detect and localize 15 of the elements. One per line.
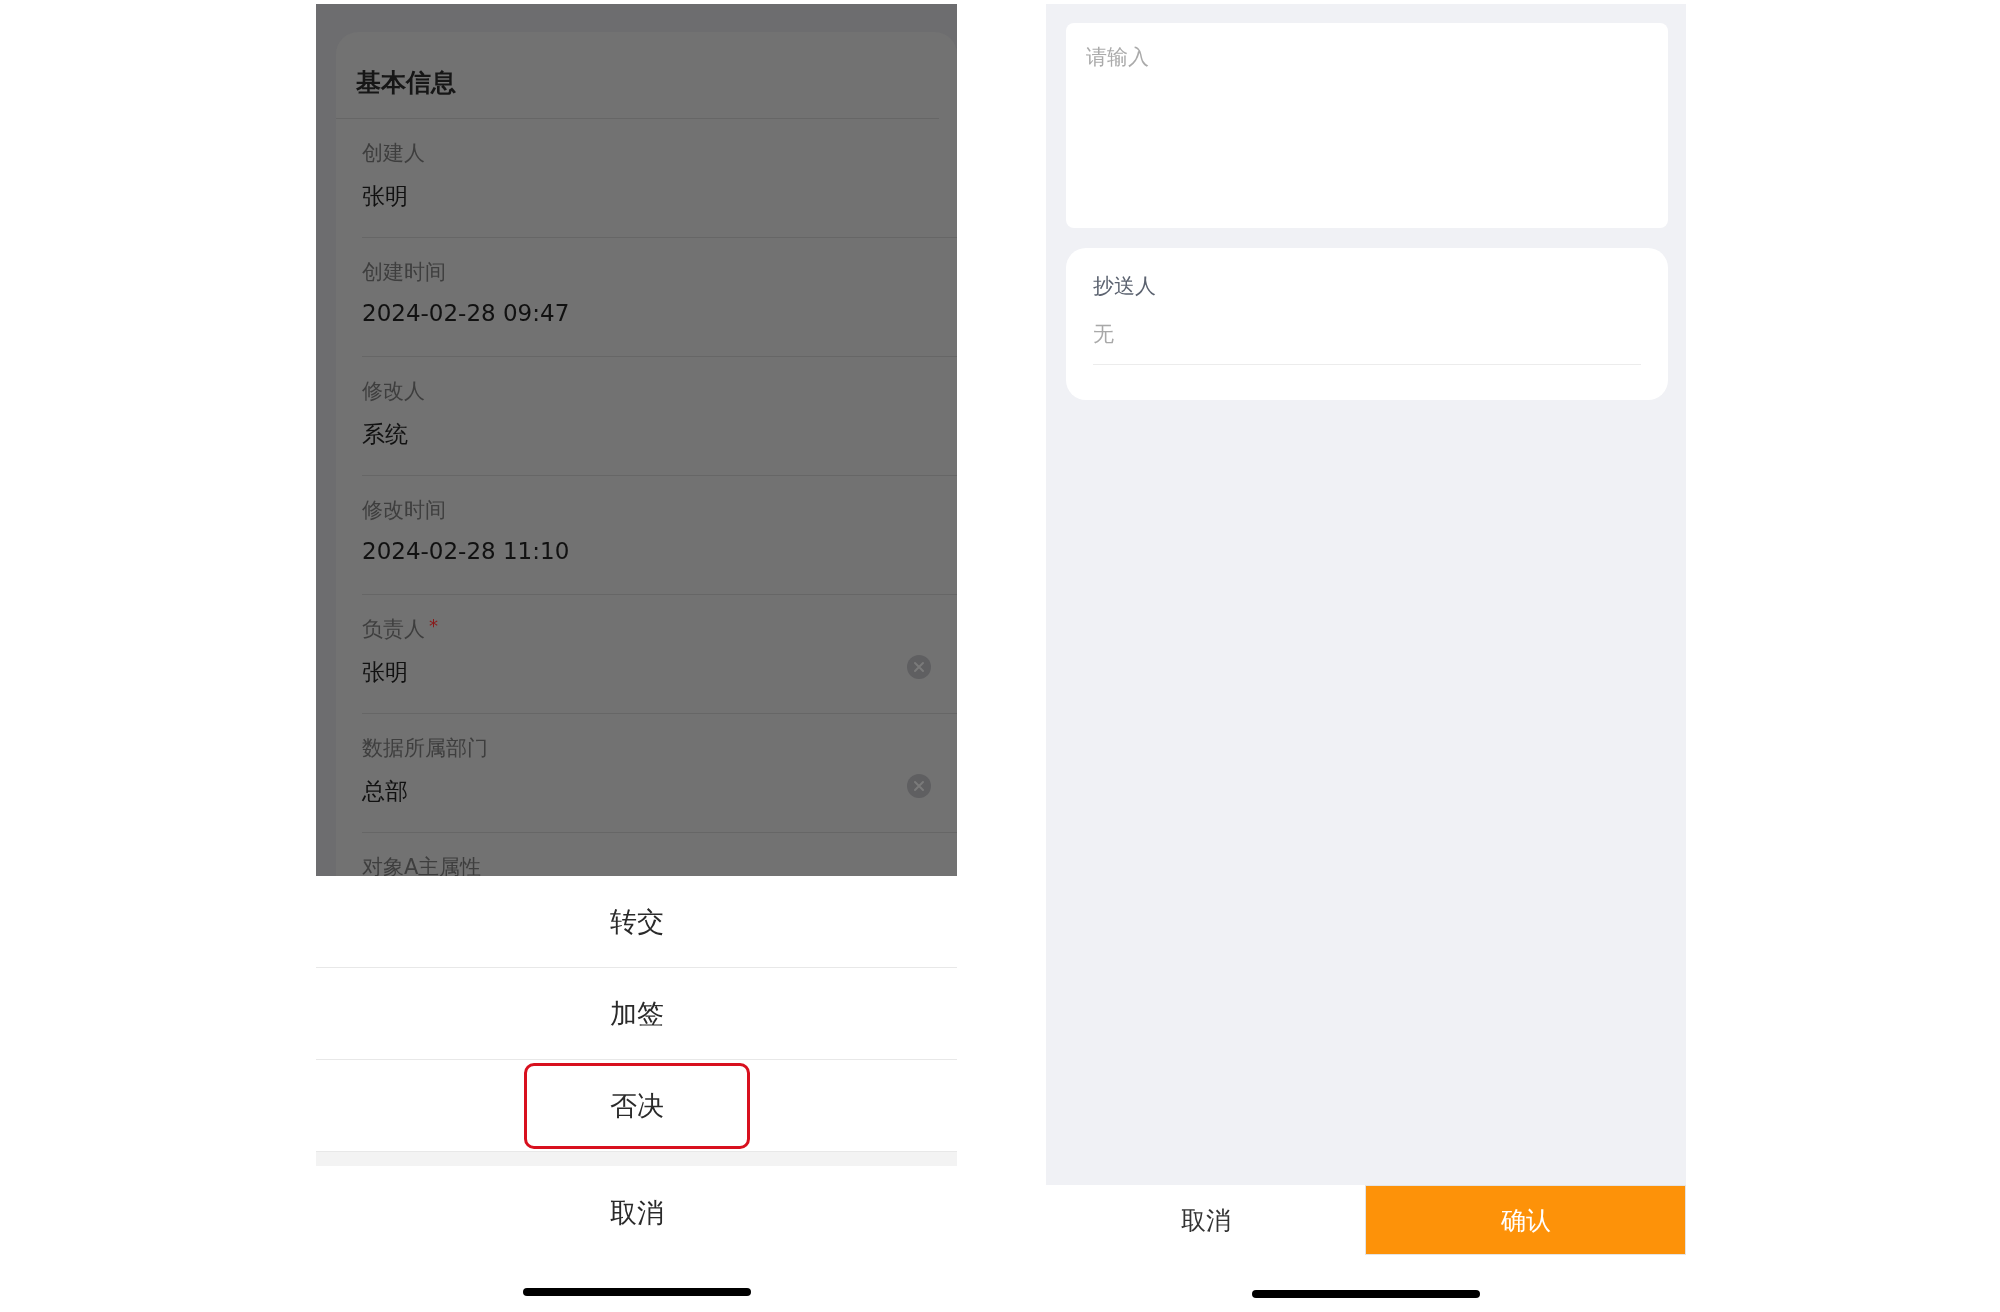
field-value: 张明	[362, 182, 409, 211]
cc-label: 抄送人	[1093, 273, 1157, 300]
field-value: 系统	[362, 420, 409, 449]
required-mark: *	[429, 615, 438, 636]
cc-value: 无	[1093, 320, 1641, 365]
action-item[interactable]: 否决	[316, 1060, 957, 1152]
field-value: 2024-02-28 09:47	[362, 300, 571, 326]
comment-field[interactable]: 请输入	[1066, 23, 1668, 228]
field-value: 总部	[362, 777, 409, 806]
clear-icon[interactable]	[907, 655, 931, 679]
clear-icon[interactable]	[907, 774, 931, 798]
field-value: 2024-02-28 11:10	[362, 538, 571, 564]
field-value: 张明	[362, 658, 409, 687]
action-item[interactable]: 转交	[316, 876, 957, 968]
section-title: 基本信息	[336, 32, 939, 119]
